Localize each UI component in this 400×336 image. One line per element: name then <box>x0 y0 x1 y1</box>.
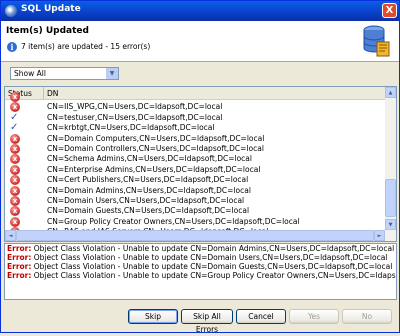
row-dn: CN=Domain Guests,CN=Users,DC=ldapsoft,DC… <box>47 206 250 216</box>
log-line: Error: Object Class Violation - Unable t… <box>7 253 387 262</box>
title-bar[interactable]: SQL Update X <box>1 1 399 21</box>
log-line: Error: Object Class Violation - Unable t… <box>7 244 394 253</box>
horizontal-scrollbar[interactable]: ◄ ► <box>5 230 387 241</box>
scroll-right-button[interactable]: ► <box>374 230 385 241</box>
row-dn: CN=Enterprise Admins,CN=Users,DC=ldapsof… <box>47 164 261 174</box>
row-dn: CN=Domain Controllers,CN=Users,DC=ldapso… <box>47 144 264 153</box>
row-dn: CN=krbtgt,CN=Users,DC=ldapsoft,DC=local <box>47 123 215 133</box>
log-line: Error: Object Class Violation - Unable t… <box>7 271 396 280</box>
error-label: Error: <box>7 262 32 271</box>
cancel-button[interactable]: Cancel <box>236 309 286 324</box>
skip-button[interactable]: Skip <box>128 309 178 324</box>
error-label: Error: <box>7 253 32 262</box>
info-icon: i <box>7 42 17 52</box>
row-dn: CN=Group Policy Creator Owners,CN=Users,… <box>47 216 300 226</box>
filter-dropdown[interactable]: Show All ▼ <box>10 67 119 80</box>
scroll-up-button[interactable]: ▲ <box>385 87 396 98</box>
dialog-header: Item(s) Updated i 7 item(s) are updated … <box>1 21 399 62</box>
skip-all-errors-button[interactable]: Skip All Errors <box>181 309 233 334</box>
log-message: Object Class Violation - Unable to updat… <box>33 271 396 280</box>
close-button[interactable]: X <box>382 3 397 18</box>
no-button[interactable]: No <box>342 309 392 324</box>
header-message: 7 item(s) are updated - 15 error(s) <box>21 42 151 51</box>
sql-update-dialog: SQL Update X Item(s) Updated i 7 item(s)… <box>0 0 400 334</box>
log-message: Object Class Violation - Unable to updat… <box>33 244 395 253</box>
row-dn: CN=testuser,CN=Users,DC=ldapsoft,DC=loca… <box>47 112 223 122</box>
row-dn: CN=Domain Users,CN=Users,DC=ldapsoft,DC=… <box>47 196 245 205</box>
filter-selected-value: Show All <box>14 69 46 78</box>
vertical-scrollbar[interactable]: ▲ ▼ <box>385 87 396 241</box>
horizontal-scroll-thumb[interactable] <box>16 230 374 241</box>
row-dn: CN=Domain Admins,CN=Users,DC=ldapsoft,DC… <box>47 185 251 195</box>
database-icon <box>363 25 390 57</box>
error-log[interactable]: Error: Object Class Violation - Unable t… <box>4 243 397 300</box>
chevron-down-icon[interactable]: ▼ <box>105 68 118 79</box>
error-label: Error: <box>7 271 32 280</box>
row-dn: CN=Schema Admins,CN=Users,DC=ldapsoft,DC… <box>47 154 252 164</box>
log-message: Object Class Violation - Unable to updat… <box>33 262 393 271</box>
yes-button[interactable]: Yes <box>289 309 339 324</box>
vertical-scroll-thumb[interactable] <box>385 179 396 217</box>
row-dn: CN=Domain Computers,CN=Users,DC=ldapsoft… <box>47 133 265 143</box>
row-dn: CN=IIS_WPG,CN=Users,DC=ldapsoft,DC=local <box>47 102 223 112</box>
log-message: Object Class Violation - Unable to updat… <box>33 253 388 262</box>
window-title: SQL Update <box>21 4 81 14</box>
header-title: Item(s) Updated <box>6 26 89 36</box>
app-icon <box>5 5 17 17</box>
scroll-left-button[interactable]: ◄ <box>5 230 16 241</box>
scroll-down-button[interactable]: ▼ <box>385 219 396 230</box>
error-label: Error: <box>7 244 32 253</box>
row-dn: CN=Cert Publishers,CN=Users,DC=ldapsoft,… <box>47 175 249 185</box>
results-table: Status DN x x CN=IIS_WPG,CN=Users,DC=ldaps… <box>4 86 397 242</box>
log-line: Error: Object Class Violation - Unable t… <box>7 262 392 271</box>
